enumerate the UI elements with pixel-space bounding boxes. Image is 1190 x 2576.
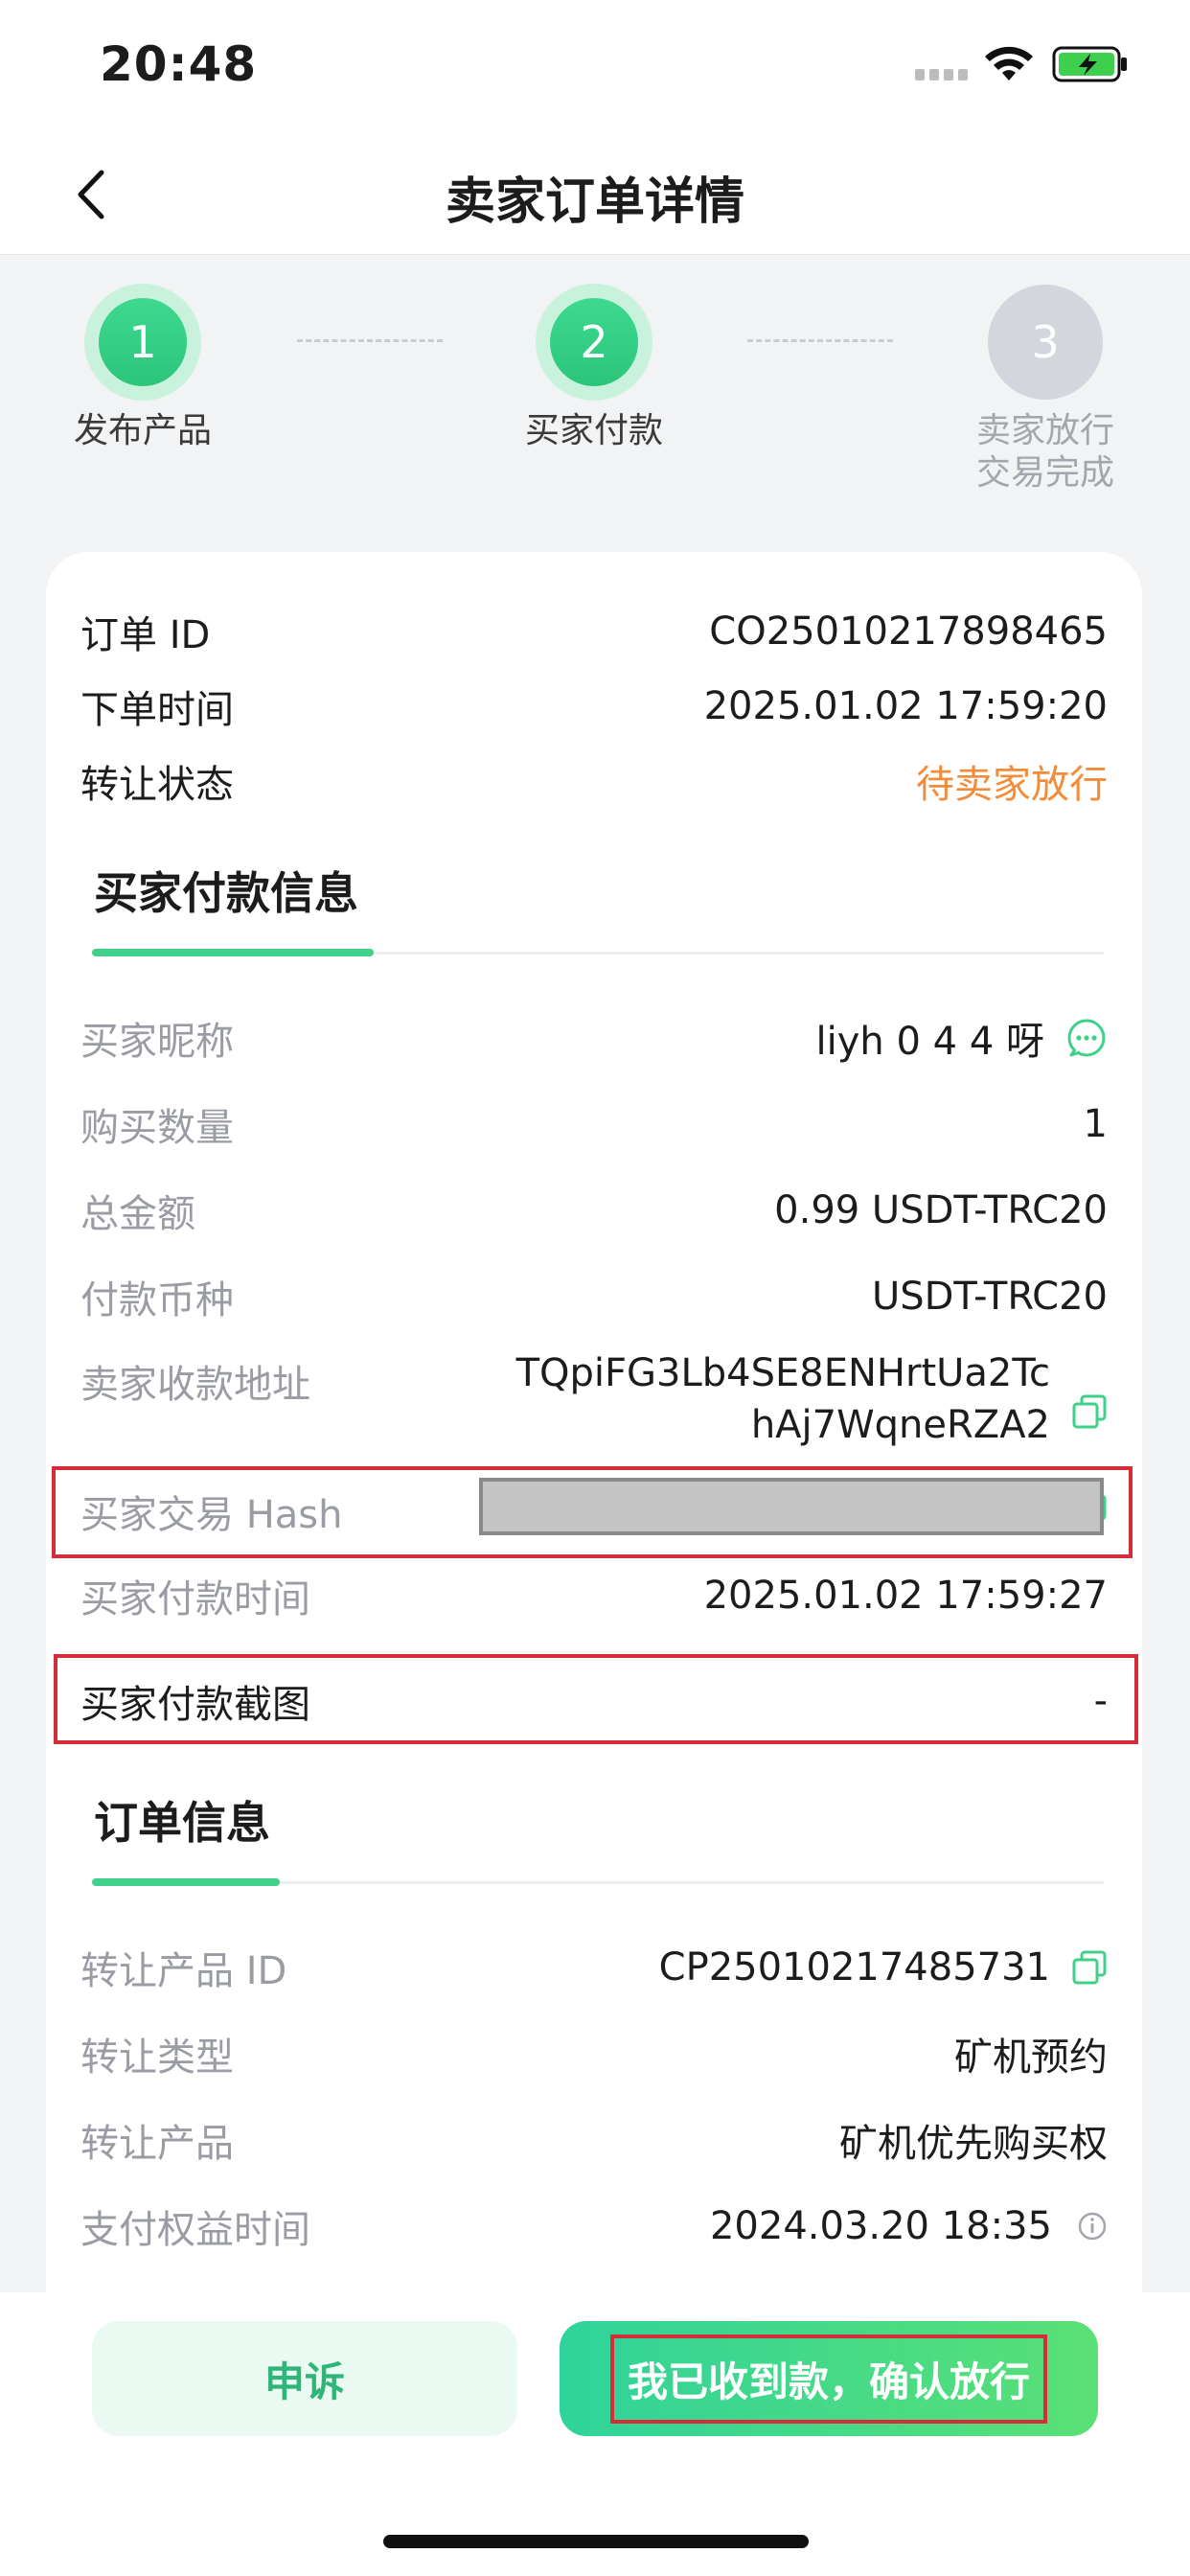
order-id-label: 订单 ID [80,613,211,657]
product-id-row: 转让产品 ID CP25010217485731 [80,1940,1108,1995]
benefit-time-row: 支付权益时间 2024.03.20 18:35 [80,2198,1108,2254]
step-2-label: 买家付款 [524,411,663,450]
transfer-type-value: 矿机预约 [954,2036,1108,2080]
total-amount-value: 0.99 USDT-TRC20 [774,1188,1108,1232]
cellular-signal-icon [915,69,969,80]
buyer-payment-time-value: 2025.01.02 17:59:27 [703,1574,1108,1618]
order-id-value: CO25010217898465 [709,610,1108,654]
buyer-tx-hash-label: 买家交易 Hash [80,1493,343,1537]
buyer-payment-time-label: 买家付款时间 [80,1577,310,1622]
status-bar: 20:48 [0,0,1190,134]
copy-product-id-icon[interactable] [1071,1949,1108,1986]
buyer-payment-divider [92,949,1104,956]
transfer-product-value: 矿机优先购买权 [839,2122,1108,2166]
section-tab-indicator [92,949,374,956]
buyer-payment-screenshot-label: 买家付款截图 [80,1683,310,1727]
transfer-status-value: 待卖家放行 [916,763,1108,807]
redacted-hash-box [479,1478,1104,1535]
transfer-product-label: 转让产品 [80,2122,234,2166]
section-tab-indicator [92,1878,280,1886]
seller-address-value: TQpiFG3Lb4SE8ENHrtUa2Tc hAj7WqneRZA2 [515,1351,1050,1447]
step-3-label-line2: 交易完成 [975,453,1114,493]
benefit-time-value: 2024.03.20 18:35 [709,2204,1052,2248]
seller-address-label: 卖家收款地址 [80,1363,310,1407]
wifi-icon [985,46,1033,80]
copy-address-icon[interactable] [1071,1393,1108,1430]
purchase-quantity-value: 1 [1083,1102,1108,1146]
status-time: 20:48 [100,36,258,92]
payment-currency-label: 付款币种 [80,1278,234,1322]
payment-currency-value: USDT-TRC20 [871,1275,1108,1319]
step-connector-2 [747,339,893,342]
total-amount-row: 总金额 0.99 USDT-TRC20 [80,1183,1108,1238]
info-icon[interactable] [1077,2211,1108,2242]
appeal-button[interactable]: 申诉 [92,2321,517,2436]
order-time-value: 2025.01.02 17:59:20 [703,684,1108,728]
buyer-nickname-row: 买家昵称 liyh 0 4 4 呀 [80,1010,1108,1066]
order-info-divider [92,1878,1104,1886]
step-seller-release: 3 卖家放行 交易完成 [930,284,1160,494]
order-info-section-title: 订单信息 [94,1797,270,1849]
transfer-product-row: 转让产品 矿机优先购买权 [80,2112,1108,2168]
buyer-payment-screenshot-value: - [1093,1679,1108,1723]
order-time-label: 下单时间 [80,688,234,732]
navigation-bar: 卖家订单详情 [0,134,1190,255]
chat-icon[interactable] [1065,1017,1108,1059]
step-1-label: 发布产品 [73,411,212,450]
payment-currency-row: 付款币种 USDT-TRC20 [80,1269,1108,1324]
transfer-status-label: 转让状态 [80,763,234,807]
buyer-payment-section-title: 买家付款信息 [94,867,358,919]
step-1-badge: 1 [99,298,187,386]
transfer-status-row: 转让状态 待卖家放行 [80,753,1108,809]
buyer-nickname-label: 买家昵称 [80,1020,234,1064]
order-id-row: 订单 ID CO25010217898465 [80,604,1108,659]
transfer-type-row: 转让类型 矿机预约 [80,2026,1108,2082]
buyer-payment-time-row: 买家付款时间 2025.01.02 17:59:27 [80,1568,1108,1623]
step-connector-1 [297,339,443,342]
page-title: 卖家订单详情 [445,173,744,231]
purchase-quantity-label: 购买数量 [80,1106,234,1150]
seller-address-row: 卖家收款地址 TQpiFG3Lb4SE8ENHrtUa2Tc hAj7WqneR… [80,1347,1108,1451]
order-time-row: 下单时间 2025.01.02 17:59:20 [80,678,1108,734]
buyer-payment-screenshot-row: 买家付款截图 - [80,1673,1108,1729]
product-id-value: CP25010217485731 [658,1945,1050,1990]
step-3-label-line1: 卖家放行 [975,411,1114,450]
step-buyer-payment: 2 买家付款 [479,284,709,452]
step-publish-product: 1 发布产品 [28,284,258,452]
confirm-release-button[interactable]: 我已收到款，确认放行 [560,2321,1098,2436]
product-id-label: 转让产品 ID [80,1949,287,1993]
confirm-release-label: 我已收到款，确认放行 [609,2334,1047,2424]
total-amount-label: 总金额 [80,1192,195,1236]
battery-charging-icon [1052,46,1127,82]
order-progress-steps: 1 发布产品 2 买家付款 3 卖家放行 交易完成 [0,255,1190,504]
order-detail-card: 订单 ID CO25010217898465 下单时间 2025.01.02 1… [46,552,1142,2354]
purchase-quantity-row: 购买数量 1 [80,1096,1108,1152]
benefit-time-label: 支付权益时间 [80,2208,310,2252]
bottom-action-bar: 申诉 我已收到款，确认放行 [0,2292,1190,2576]
transfer-type-label: 转让类型 [80,2036,234,2080]
step-3-badge: 3 [988,285,1103,400]
buyer-nickname-value: liyh 0 4 4 呀 [815,1020,1044,1064]
step-2-badge: 2 [550,298,638,386]
home-indicator[interactable] [383,2535,809,2548]
